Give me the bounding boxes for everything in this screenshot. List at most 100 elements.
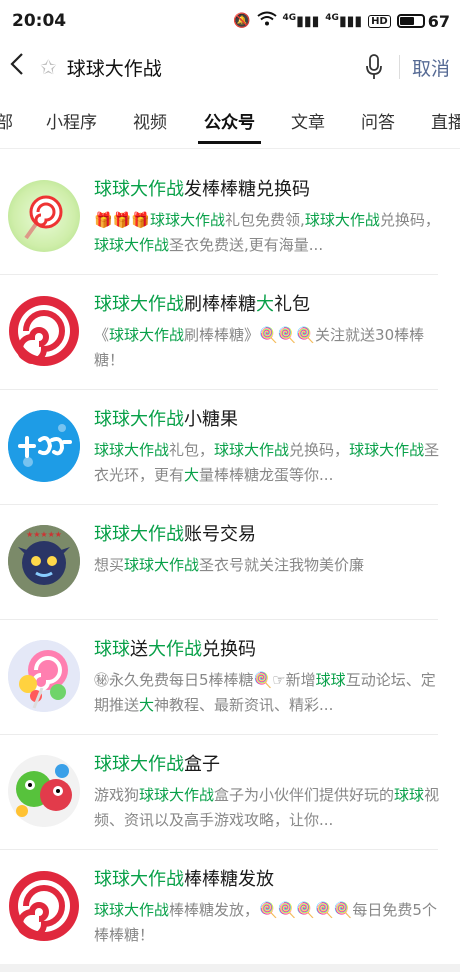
list-item[interactable]: 球球大作战棒棒糖发放 球球大作战棒棒糖发放，🍭🍭🍭🍭🍭每日免费5个棒棒糖！ <box>0 850 460 965</box>
microphone-icon[interactable] <box>359 52 389 82</box>
text-segment: 刷棒棒糖 <box>184 294 256 315</box>
text-segment: 送 <box>130 639 148 660</box>
text-segment: 礼包， <box>169 441 215 459</box>
highlighted-keyword: 球球大作战 <box>214 441 290 459</box>
highlighted-keyword: 球球大作战 <box>109 326 185 344</box>
text-segment: 兑换码， <box>289 441 350 459</box>
battery-level: 67 <box>427 11 450 31</box>
result-title: 球球大作战盒子 <box>94 753 442 777</box>
mute-icon: 🔕 <box>233 13 251 29</box>
text-segment: 神教程、最新资讯、精彩... <box>154 696 334 714</box>
result-description: 🎁🎁🎁球球大作战礼包免费领,球球大作战兑换码，球球大作战圣衣免费送,更有海量..… <box>94 208 442 258</box>
result-description: 球球大作战棒棒糖发放，🍭🍭🍭🍭🍭每日免费5个棒棒糖！ <box>94 898 442 948</box>
text-segment: 礼包免费领, <box>225 211 305 229</box>
text-segment: 发棒棒糖兑换码 <box>184 179 310 200</box>
highlighted-keyword: 球球大作战 <box>94 869 184 890</box>
text-segment: ㊙永久免费每日5棒棒糖🍭☞新增 <box>94 671 316 689</box>
list-item[interactable]: 球球送大作战兑换码 ㊙永久免费每日5棒棒糖🍭☞新增球球互动论坛、定期推送大神教程… <box>0 620 460 735</box>
result-title: 球球大作战棒棒糖发放 <box>94 868 442 892</box>
monster-icon: ★★★★★ <box>8 525 80 597</box>
result-title: 球球大作战账号交易 <box>94 523 442 547</box>
result-description: 想买球球大作战圣衣号就关注我物美价廉 <box>94 553 442 578</box>
text-segment: 《 <box>94 326 110 344</box>
monster-icon <box>8 755 80 827</box>
lollipop-icon <box>8 295 80 367</box>
highlighted-keyword: 球球 <box>394 786 425 804</box>
result-title: 球球大作战小糖果 <box>94 408 442 432</box>
text-segment: 兑换码 <box>202 639 256 660</box>
svg-text:★★★★★: ★★★★★ <box>26 530 62 539</box>
list-item[interactable]: ★★★★★ 球球大作战账号交易 想买球球大作战圣衣号就关注我物美价廉 <box>0 505 460 620</box>
signal-icon-2: 4G▮▮▮ <box>325 12 363 30</box>
back-arrow-icon[interactable] <box>10 52 36 83</box>
tab-official-accounts[interactable]: 公众号 <box>198 108 261 144</box>
text-segment: 棒棒糖发放 <box>184 869 274 890</box>
result-title: 球球送大作战兑换码 <box>94 638 442 662</box>
highlighted-keyword: 球球大作战 <box>94 441 170 459</box>
result-title: 球球大作战刷棒棒糖大礼包 <box>94 293 442 317</box>
tab-live[interactable]: 直播 <box>431 108 460 133</box>
highlighted-keyword: 大 <box>139 696 155 714</box>
highlighted-keyword: 球球大作战 <box>150 211 226 229</box>
status-time: 20:04 <box>12 11 67 31</box>
results-list: 球球大作战发棒棒糖兑换码 🎁🎁🎁球球大作战礼包免费领,球球大作战兑换码，球球大作… <box>0 160 460 965</box>
bottom-bar <box>0 964 460 972</box>
text-segment: 盒子 <box>184 754 220 775</box>
text-segment: 小糖果 <box>184 409 238 430</box>
candy-logo-icon <box>8 410 80 482</box>
highlighted-keyword: 球球大作战 <box>139 786 215 804</box>
wifi-icon <box>256 11 277 31</box>
text-segment: 量棒棒糖龙蛋等你... <box>199 466 334 484</box>
list-item[interactable]: 球球大作战发棒棒糖兑换码 🎁🎁🎁球球大作战礼包免费领,球球大作战兑换码，球球大作… <box>0 160 460 275</box>
highlighted-keyword: 球球大作战 <box>94 901 170 919</box>
highlighted-keyword: 球球 <box>315 671 346 689</box>
highlighted-keyword: 大 <box>184 466 200 484</box>
highlighted-keyword: 球球大作战 <box>94 409 184 430</box>
status-bar: 20:04 🔕 4G▮▮▮ 4G▮▮▮ HD 67 <box>0 0 460 42</box>
text-segment: 盒子为小伙伴们提供好玩的 <box>214 786 395 804</box>
result-title: 球球大作战发棒棒糖兑换码 <box>94 178 442 202</box>
highlighted-keyword: 球球 <box>94 639 130 660</box>
text-segment: 圣衣号就关注我物美价廉 <box>199 556 365 574</box>
cancel-button[interactable]: 取消 <box>412 54 450 81</box>
highlighted-keyword: 球球大作战 <box>94 294 184 315</box>
lollipop-icon <box>8 180 80 252</box>
result-description: 《球球大作战刷棒棒糖》🍭🍭🍭关注就送30棒棒糖！ <box>94 323 442 373</box>
candy-icon <box>8 640 80 712</box>
tab-mini-programs[interactable]: 小程序 <box>46 108 97 133</box>
highlighted-keyword: 球球大作战 <box>94 754 184 775</box>
text-segment: 账号交易 <box>184 524 256 545</box>
tab-videos[interactable]: 视频 <box>133 108 167 133</box>
list-item[interactable]: 球球大作战刷棒棒糖大礼包 《球球大作战刷棒棒糖》🍭🍭🍭关注就送30棒棒糖！ <box>0 275 460 390</box>
tab-qa[interactable]: 问答 <box>361 108 395 133</box>
highlighted-keyword: 球球大作战 <box>94 179 184 200</box>
text-segment: 礼包 <box>274 294 310 315</box>
tab-articles[interactable]: 文章 <box>291 108 325 133</box>
list-item[interactable]: 球球大作战小糖果 球球大作战礼包，球球大作战兑换码，球球大作战圣衣光环，更有大量… <box>0 390 460 505</box>
result-description: 球球大作战礼包，球球大作战兑换码，球球大作战圣衣光环，更有大量棒棒糖龙蛋等你..… <box>94 438 442 488</box>
result-description: ㊙永久免费每日5棒棒糖🍭☞新增球球互动论坛、定期推送大神教程、最新资讯、精彩..… <box>94 668 442 718</box>
divider <box>398 55 400 79</box>
highlighted-keyword: 球球大作战 <box>94 236 170 254</box>
search-bar: ✩ 球球大作战 取消 <box>0 42 460 92</box>
hd-icon: HD <box>368 14 391 28</box>
highlighted-keyword: 球球大作战 <box>124 556 200 574</box>
status-icons: 🔕 4G▮▮▮ 4G▮▮▮ HD 67 <box>233 11 450 31</box>
list-item[interactable]: 球球大作战盒子 游戏狗球球大作战盒子为小伙伴们提供好玩的球球视频、资讯以及高手游… <box>0 735 460 850</box>
text-segment: 游戏狗 <box>94 786 140 804</box>
text-segment: 圣衣免费送,更有海量... <box>169 236 324 254</box>
text-segment: 兑换码， <box>379 211 440 229</box>
text-segment: 🎁🎁🎁 <box>94 211 151 229</box>
search-input[interactable]: 球球大作战 <box>67 54 359 81</box>
highlighted-keyword: 大 <box>256 294 274 315</box>
text-segment: 想买 <box>94 556 125 574</box>
lollipop-icon <box>8 870 80 942</box>
sparkle-icon: ✩ <box>40 55 57 79</box>
signal-icon: 4G▮▮▮ <box>282 12 320 30</box>
result-description: 游戏狗球球大作战盒子为小伙伴们提供好玩的球球视频、资讯以及高手游戏攻略，让你..… <box>94 783 442 833</box>
battery-icon: 67 <box>396 11 450 31</box>
category-tabs: 部 小程序 视频 公众号 文章 问答 直播 <box>0 92 460 149</box>
highlighted-keyword: 大作战 <box>148 639 202 660</box>
tab-all[interactable]: 部 <box>0 108 13 133</box>
highlighted-keyword: 球球大作战 <box>94 524 184 545</box>
